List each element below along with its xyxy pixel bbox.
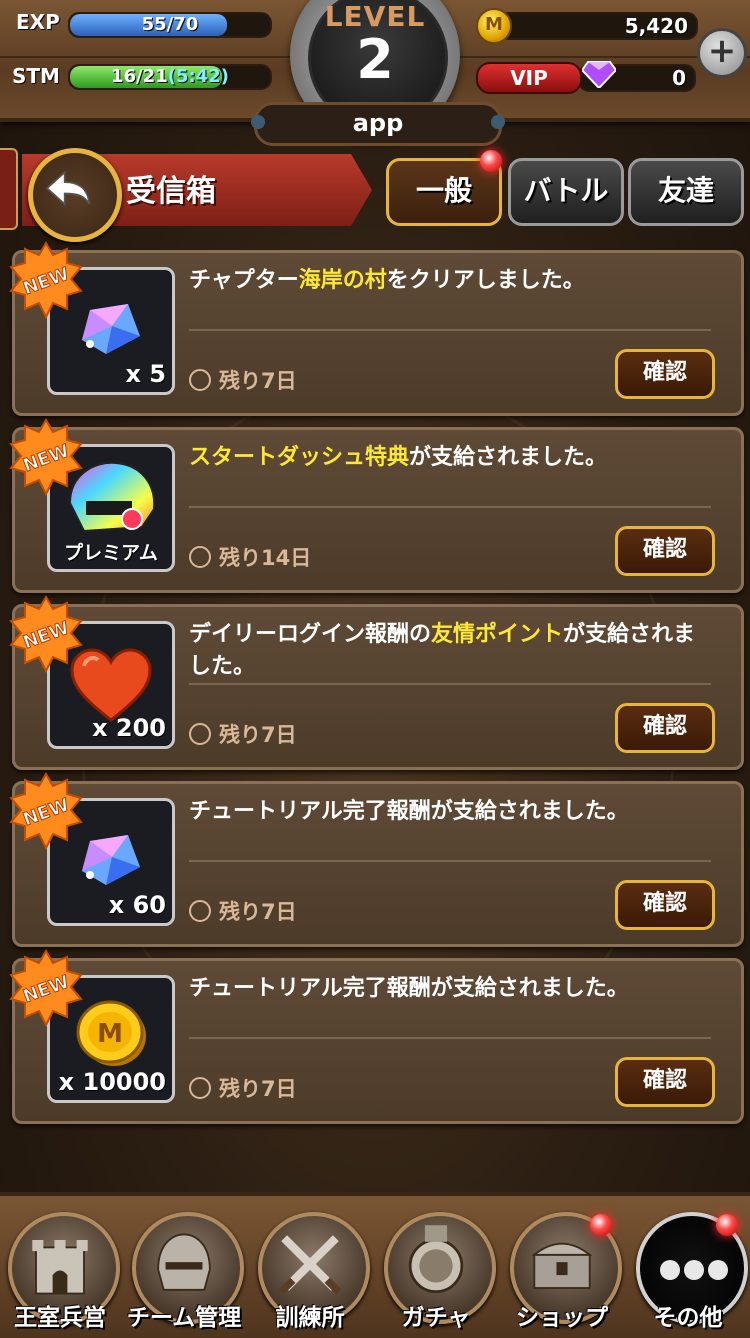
bolt-icon — [491, 115, 505, 129]
notification-dot — [716, 1214, 738, 1236]
add-currency-button[interactable]: + — [697, 28, 747, 78]
reward-quantity: x 60 — [108, 891, 166, 919]
coin-glyph: M — [97, 1019, 123, 1049]
coin-icon: M — [476, 8, 512, 44]
side-menu-tab[interactable] — [0, 148, 18, 230]
new-badge: NEW — [9, 772, 83, 850]
new-badge: NEW — [9, 949, 83, 1027]
exp-label: EXP — [16, 10, 60, 34]
bolt-icon — [251, 115, 265, 129]
remaining-time: 残り7日 — [189, 1073, 297, 1103]
reward-quantity: x 200 — [92, 714, 166, 742]
message-text-part: チュートリアル完了報酬が支給されました。 — [189, 976, 629, 1001]
reward-quantity: x 10000 — [58, 1068, 166, 1096]
tab-battle[interactable]: バトル — [508, 158, 624, 226]
stm-text: 16/21(5:42) — [70, 66, 270, 88]
message-text-part: をクリアしました。 — [386, 268, 585, 293]
exp-bar: 55/70 — [68, 12, 272, 38]
clock-icon — [189, 723, 211, 745]
vip-badge[interactable]: VIP — [476, 62, 582, 94]
nav-label: 王室兵営 — [14, 1305, 106, 1331]
stm-value: 16/21 — [111, 66, 168, 87]
message-text: チャプター海岸の村をクリアしました。 — [189, 265, 709, 297]
message-card: x 200 NEW デイリーログイン報酬の友情ポイントが支給されました。 残り7… — [9, 595, 744, 770]
new-badge: NEW — [9, 595, 83, 673]
remaining-time-text: 残り7日 — [219, 1077, 297, 1101]
divider — [189, 506, 711, 508]
new-badge: NEW — [9, 418, 83, 496]
message-card: x 5 NEW チャプター海岸の村をクリアしました。 残り7日 確認 — [9, 241, 744, 416]
message-card: M x 10000 NEW チュートリアル完了報酬が支給されました。 残り7日 … — [9, 949, 744, 1124]
nav-training-ground[interactable]: 訓練所 — [254, 1212, 370, 1331]
nav-royal-barracks[interactable]: 王室兵営 — [4, 1212, 120, 1331]
message-text-part: が支給されました。 — [409, 445, 608, 470]
nav-label: チーム管理 — [126, 1305, 242, 1331]
clock-icon — [189, 1077, 211, 1099]
player-name: app — [251, 102, 505, 146]
level-number: 2 — [356, 28, 394, 91]
message-text-part: デイリーログイン報酬の — [189, 622, 432, 647]
clock-icon — [189, 369, 211, 391]
player-name-text: app — [352, 109, 404, 137]
message-highlight: 友情ポイント — [431, 622, 564, 647]
divider — [189, 1037, 711, 1039]
reward-quantity: x 5 — [125, 360, 166, 388]
confirm-button[interactable]: 確認 — [615, 526, 715, 576]
remaining-time: 残り7日 — [189, 719, 297, 749]
message-text-part: チャプター — [189, 268, 299, 293]
confirm-button[interactable]: 確認 — [615, 703, 715, 753]
remaining-time-text: 残り14日 — [219, 546, 312, 570]
notification-dot — [590, 1214, 612, 1236]
message-text: チュートリアル完了報酬が支給されました。 — [189, 796, 709, 828]
stm-timer: (5:42) — [167, 66, 229, 87]
nav-label: ショップ — [516, 1305, 608, 1331]
message-highlight: 海岸の村 — [298, 268, 387, 293]
back-arrow-icon — [45, 170, 91, 207]
remaining-time: 残り14日 — [189, 542, 311, 572]
stm-bar: 16/21(5:42) — [68, 64, 272, 90]
message-text: スタートダッシュ特典が支給されました。 — [189, 442, 709, 474]
remaining-time-text: 残り7日 — [219, 369, 297, 393]
back-button[interactable] — [28, 148, 122, 242]
tab-friends[interactable]: 友達 — [628, 158, 744, 226]
gem-icon — [582, 61, 616, 88]
confirm-button[interactable]: 確認 — [615, 349, 715, 399]
remaining-time: 残り7日 — [189, 896, 297, 926]
coin-amount: 5,420 — [624, 14, 688, 38]
more-dots — [660, 1260, 732, 1280]
message-highlight: スタートダッシュ特典 — [189, 445, 410, 470]
notification-dot — [480, 150, 502, 172]
divider — [189, 329, 711, 331]
page-title: 受信箱 — [126, 174, 216, 209]
message-card: x 60 NEW チュートリアル完了報酬が支給されました。 残り7日 確認 — [9, 772, 744, 947]
reward-quantity: プレミアム — [64, 542, 158, 564]
confirm-button[interactable]: 確認 — [615, 880, 715, 930]
nav-label: その他 — [653, 1305, 723, 1331]
nav-label: ガチャ — [401, 1305, 471, 1331]
divider — [189, 860, 711, 862]
nav-team-management[interactable]: チーム管理 — [127, 1212, 244, 1331]
exp-value: 55/70 — [141, 14, 199, 35]
message-text: デイリーログイン報酬の友情ポイントが支給されました。 — [189, 619, 709, 683]
stm-label: STM — [12, 64, 60, 88]
clock-icon — [189, 546, 211, 568]
coin-bar: 5,420 — [480, 12, 698, 40]
clock-icon — [189, 900, 211, 922]
message-text-part: チュートリアル完了報酬が支給されました。 — [189, 799, 629, 824]
message-card: プレミアム NEW スタートダッシュ特典が支給されました。 残り14日 確認 — [9, 418, 744, 593]
divider — [189, 683, 711, 685]
confirm-button[interactable]: 確認 — [615, 1057, 715, 1107]
nav-gacha[interactable]: ガチャ — [380, 1212, 496, 1331]
remaining-time-text: 残り7日 — [219, 900, 297, 924]
new-badge: NEW — [9, 241, 83, 319]
message-text: チュートリアル完了報酬が支給されました。 — [189, 973, 709, 1005]
remaining-time-text: 残り7日 — [219, 723, 297, 747]
remaining-time: 残り7日 — [189, 365, 297, 395]
nav-label: 訓練所 — [275, 1305, 345, 1331]
